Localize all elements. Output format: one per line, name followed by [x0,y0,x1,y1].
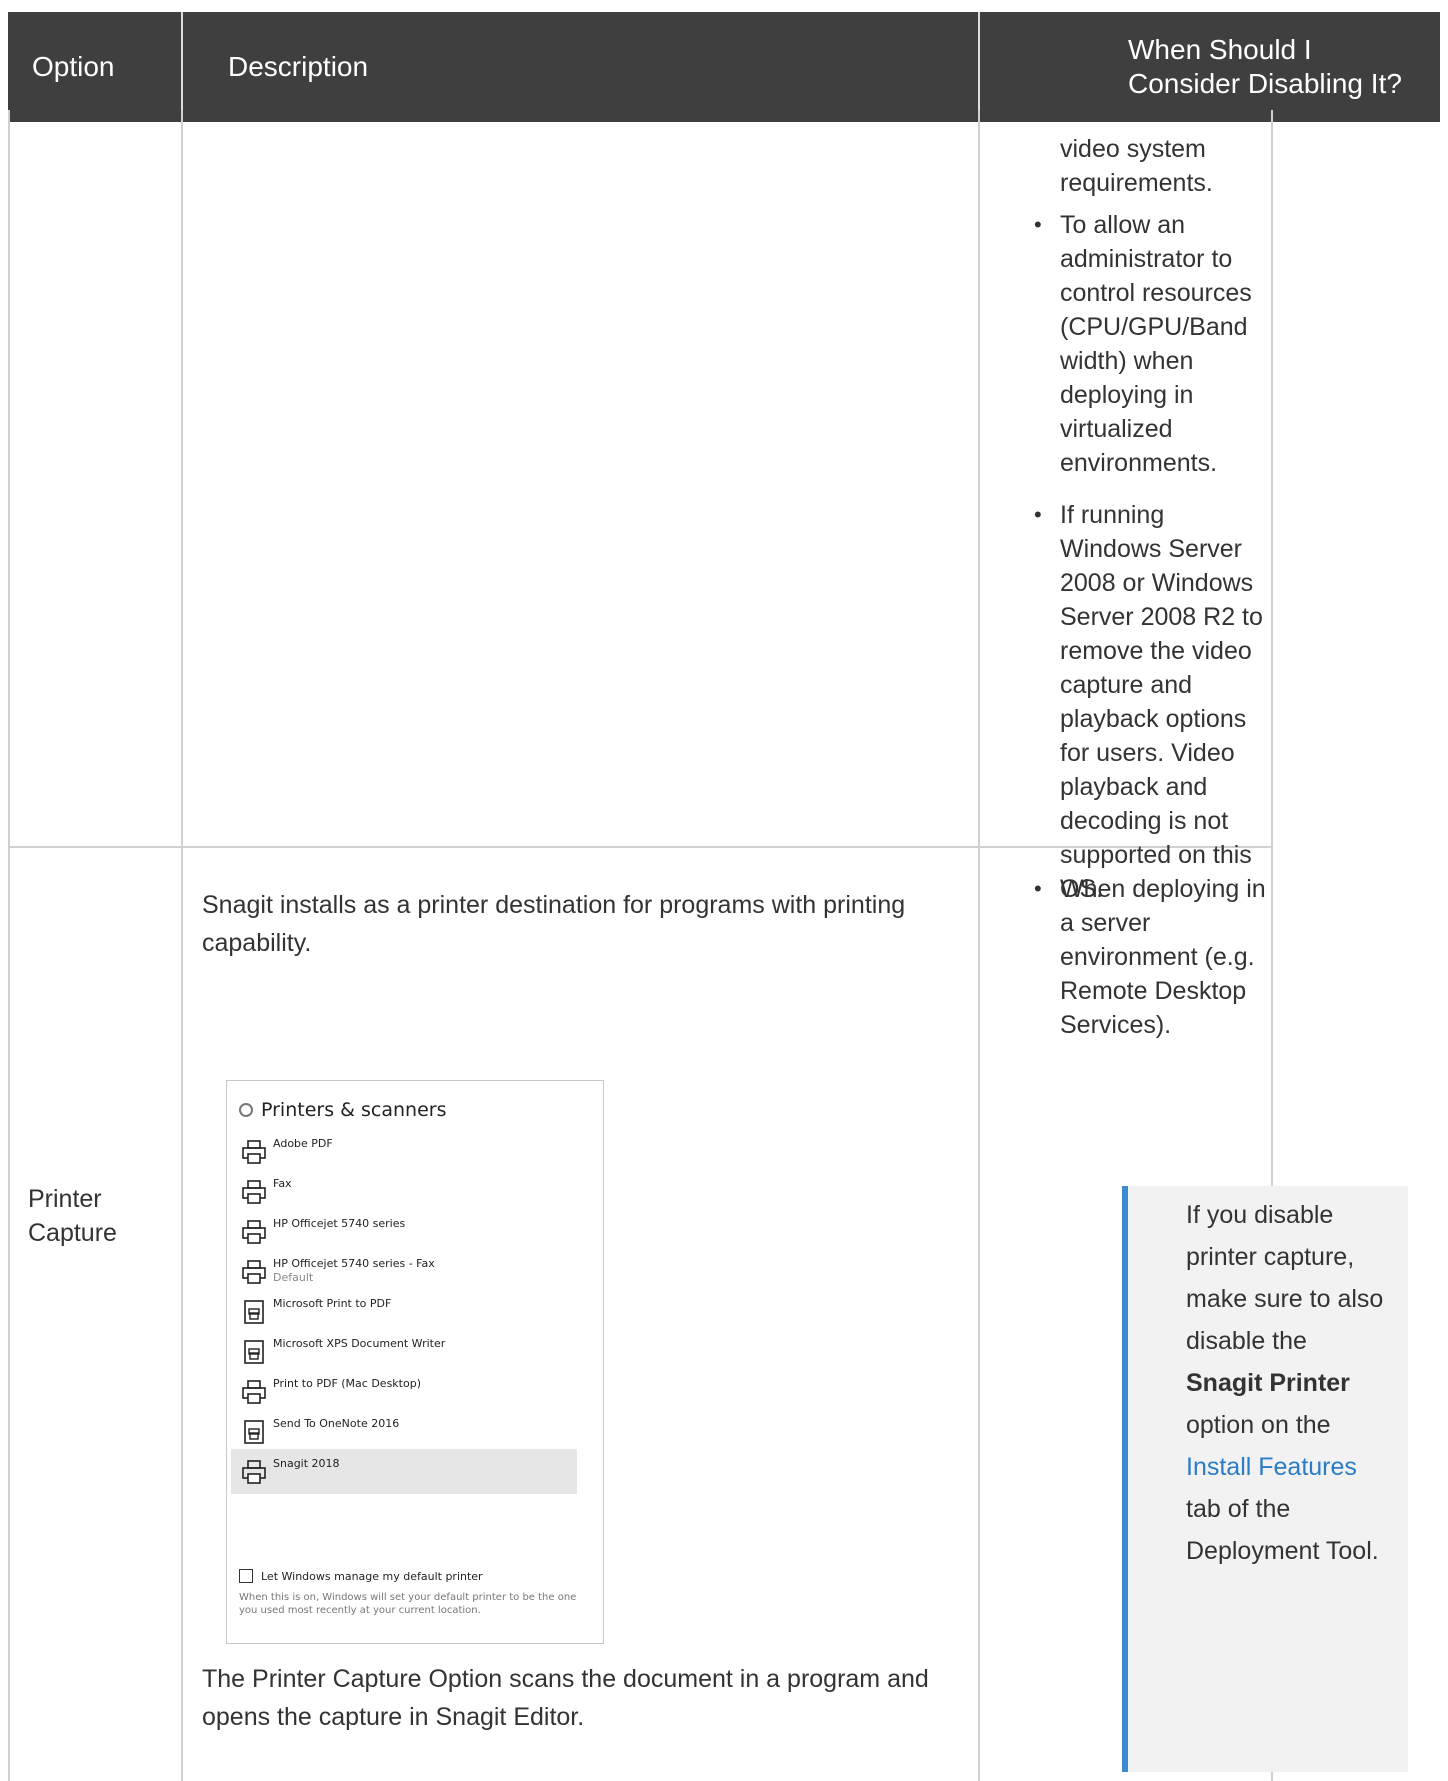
row2-when-list: When deploying in a server environment (… [1028,872,1268,1060]
col-border [978,110,980,1781]
header-description: Description [228,51,369,82]
printers-screenshot: Printers & scanners Adobe PDF Fax HP Off… [226,1080,604,1644]
document-printer-icon [244,1300,264,1324]
printer-name: Fax [273,1177,292,1190]
printer-name: Snagit 2018 [273,1457,340,1470]
printer-item: Microsoft XPS Document Writer [231,1329,577,1374]
printer-item: Fax [231,1169,577,1214]
printer-name: Send To OneNote 2016 [273,1417,400,1430]
printer-icon [242,1140,266,1164]
printer-name: Adobe PDF [273,1137,333,1150]
table-header: Option Description When Should I Conside… [8,12,1440,122]
list-item: To allow an administrator to control res… [1028,208,1268,480]
note-text: If you disable printer capture, make sur… [1186,1194,1386,1572]
printer-item: HP Officejet 5740 series - Fax Default [231,1249,577,1294]
header-option: Option [32,51,115,82]
install-features-link[interactable]: Install Features [1186,1453,1357,1481]
printer-name: HP Officejet 5740 series [273,1217,406,1230]
printer-name: Microsoft Print to PDF [273,1297,392,1310]
list-item: If running Windows Server 2008 or Window… [1028,498,1268,906]
list-item: When deploying in a server environment (… [1028,872,1268,1042]
document-printer-icon [244,1340,264,1364]
row2-option: Printer Capture [28,1185,117,1247]
checkbox-description: When this is on, Windows will set your d… [239,1592,577,1616]
header-when: When Should I Consider Disabling It? [1128,34,1402,99]
printer-item: Print to PDF (Mac Desktop) [231,1369,577,1414]
printer-status: Default [273,1271,314,1284]
note-callout: If you disable printer capture, make sur… [1122,1186,1408,1772]
printer-item: Microsoft Print to PDF [231,1289,577,1334]
printer-icon [242,1180,266,1204]
printers-title: Printers & scanners [239,1099,446,1121]
note-bold: Snagit Printer [1186,1369,1350,1397]
row1-when-list: To allow an administrator to control res… [1028,208,1268,924]
printer-name: HP Officejet 5740 series - Fax [273,1257,435,1270]
printer-icon [242,1260,266,1284]
header-divider [978,12,980,110]
row2-desc-outro: The Printer Capture Option scans the doc… [202,1665,929,1731]
row1-when-lead: video system requirements. [1060,135,1213,197]
note-post: tab of the Deployment Tool. [1186,1495,1379,1565]
document-printer-icon [244,1420,264,1444]
default-printer-checkbox: Let Windows manage my default printer [239,1569,483,1583]
printer-item: Adobe PDF [231,1129,577,1174]
col-border [8,110,10,1781]
checkbox-icon [239,1569,253,1583]
note-mid: option on the [1186,1411,1331,1439]
header-divider [181,12,183,110]
gear-icon [239,1103,253,1117]
printer-name: Print to PDF (Mac Desktop) [273,1377,421,1390]
printer-item: Send To OneNote 2016 [231,1409,577,1454]
checkbox-label: Let Windows manage my default printer [261,1569,483,1583]
printer-icon [242,1380,266,1404]
printer-item-selected: Snagit 2018 [231,1449,577,1494]
col-border [181,110,183,1781]
printer-item: HP Officejet 5740 series [231,1209,577,1254]
printer-name: Microsoft XPS Document Writer [273,1337,446,1350]
row2-desc-intro: Snagit installs as a printer destination… [202,891,906,957]
printer-icon [242,1460,266,1484]
note-pre: If you disable printer capture, make sur… [1186,1201,1384,1355]
printers-title-text: Printers & scanners [261,1099,447,1121]
printer-icon [242,1220,266,1244]
